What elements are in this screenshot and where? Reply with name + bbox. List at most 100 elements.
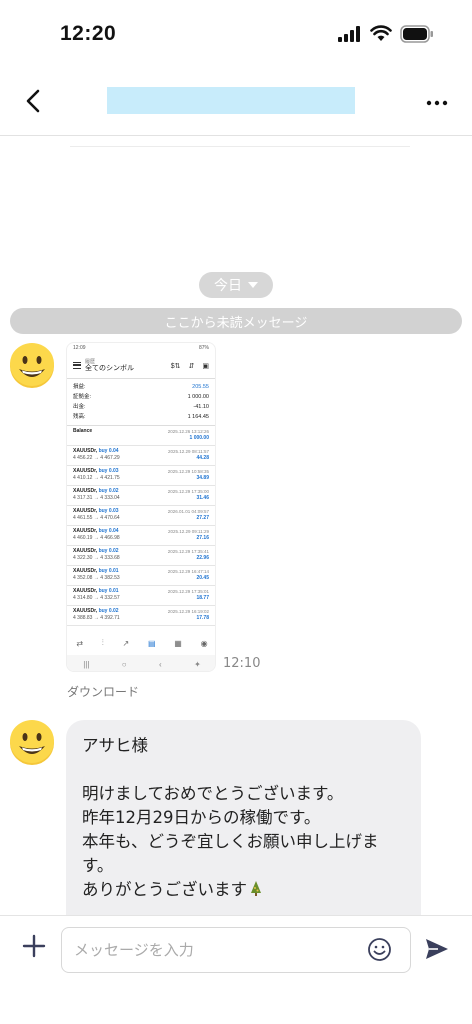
plus-icon[interactable] bbox=[22, 934, 46, 958]
history-icon: ▤ bbox=[147, 638, 156, 648]
trade-row: XAUUSDr, buy 0.04 4 460.19 → 4 466.98 2025… bbox=[67, 526, 215, 546]
trade-date: 2025.12.29 16:47:14 bbox=[167, 569, 209, 574]
date-separator[interactable]: 今日 bbox=[199, 272, 273, 298]
screenshot-summary: 損益: 205.55 証拠金: 1 000.00 出金: -41.10 残高: 1 164.4… bbox=[67, 379, 215, 426]
summary-row: 出金: -41.10 bbox=[73, 402, 209, 412]
summary-label: 損益: bbox=[73, 384, 86, 390]
summary-label: 証拠金: bbox=[73, 394, 92, 400]
text-message[interactable]: アサヒ様 明けましておめでとうございます。 昨年12月29日からの稼働です。 本… bbox=[66, 720, 421, 935]
trade-side: buy 0.02 bbox=[98, 608, 119, 614]
chat-header bbox=[0, 68, 472, 136]
trade-profit: 44.28 bbox=[196, 455, 209, 461]
trade-date: 2025.12.29 17:35:41 bbox=[167, 549, 209, 554]
message-input-bar bbox=[0, 915, 472, 1024]
caret-down-icon bbox=[248, 282, 258, 288]
summary-value: 205.55 bbox=[192, 384, 209, 390]
message-line: ありがとうございます bbox=[82, 880, 247, 899]
summary-row: 証拠金: 1 000.00 bbox=[73, 392, 209, 402]
quotes-icon: ⇄ bbox=[76, 638, 84, 648]
currency-sort-icon: $⇅ bbox=[170, 362, 181, 370]
avatar[interactable] bbox=[9, 343, 55, 389]
trade-prices: 4 410.12 → 4 421.75 bbox=[73, 475, 120, 481]
more-icon[interactable] bbox=[424, 90, 450, 116]
nav-back-icon: ‹ bbox=[159, 659, 162, 669]
battery-icon bbox=[400, 25, 433, 43]
trade-row: XAUUSDr, buy 0.01 4 314.80 → 4 332.57 2025… bbox=[67, 586, 215, 606]
image-message[interactable]: 12:09 87% 履歴 全てのシンボル $⇅ ⇵ ▣ 損益: 205.55 証拠金… bbox=[66, 342, 216, 672]
trade-date: 2026.01.01 04:09:57 bbox=[167, 509, 209, 514]
trade-symbol: XAUUSDr, bbox=[73, 568, 98, 574]
screenshot-header: 履歴 全てのシンボル $⇅ ⇵ ▣ bbox=[67, 353, 215, 379]
send-icon[interactable] bbox=[424, 937, 450, 961]
trade-side: buy 0.02 bbox=[98, 488, 119, 494]
trade-prices: 4 388.83 → 4 392.71 bbox=[73, 615, 120, 621]
trade-row: XAUUSDr, buy 0.02 4 388.83 → 4 392.71 2025… bbox=[67, 606, 215, 626]
trade-symbol: XAUUSDr, bbox=[73, 468, 98, 474]
balance-value: 1 000.00 bbox=[189, 435, 209, 441]
divider bbox=[70, 146, 410, 147]
trade-prices: 4 352.08 → 4 382.53 bbox=[73, 575, 120, 581]
menu-icon bbox=[73, 362, 81, 369]
settings-icon: ◉ bbox=[200, 638, 208, 648]
trade-profit: 31.46 bbox=[196, 495, 209, 501]
trade-prices: 4 322.30 → 4 333.68 bbox=[73, 555, 120, 561]
trade-row: XAUUSDr, buy 0.03 4 461.55 → 4 470.64 2026… bbox=[67, 506, 215, 526]
trade-date: 2025.12.29 10:58:35 bbox=[167, 469, 209, 474]
message-line: アサヒ様 bbox=[82, 736, 148, 755]
trade-prices: 4 317.31 → 4 333.04 bbox=[73, 495, 120, 501]
back-icon[interactable] bbox=[20, 86, 46, 116]
trade-side: buy 0.03 bbox=[98, 468, 119, 474]
christmas-tree-icon bbox=[251, 881, 261, 896]
trade-profit: 18.77 bbox=[196, 595, 209, 601]
trade-side: buy 0.04 bbox=[98, 448, 119, 454]
trade-row: XAUUSDr, buy 0.02 4 322.30 → 4 333.68 2025… bbox=[67, 546, 215, 566]
avatar[interactable] bbox=[9, 720, 55, 766]
unread-label: ここから未読メッセージ bbox=[164, 315, 308, 331]
trade-symbol: XAUUSDr, bbox=[73, 588, 98, 594]
screenshot-status-battery: 87% bbox=[198, 345, 209, 351]
status-time: 12:20 bbox=[60, 22, 117, 45]
balance-date: 2025.12.26 13:12:26 bbox=[167, 429, 209, 434]
summary-row: 残高: 1 164.45 bbox=[73, 412, 209, 422]
trade-date: 2025.12.29 16:19:02 bbox=[167, 609, 209, 614]
trade-symbol: XAUUSDr, bbox=[73, 528, 98, 534]
message-time: 12:10 bbox=[223, 656, 261, 671]
summary-label: 残高: bbox=[73, 414, 86, 420]
calendar-icon: ▣ bbox=[202, 362, 209, 370]
chart-icon: ⫶ bbox=[101, 638, 104, 647]
emoji-icon[interactable] bbox=[367, 937, 392, 962]
trade-prices: 4 460.19 → 4 466.98 bbox=[73, 535, 120, 541]
trade-side: buy 0.03 bbox=[98, 508, 119, 514]
trade-list: XAUUSDr, buy 0.04 4 456.22 → 4 467.29 2025… bbox=[67, 446, 215, 626]
trade-date: 2025.12.29 17:35:01 bbox=[167, 589, 209, 594]
trade-symbol: XAUUSDr, bbox=[73, 448, 98, 454]
home-icon: ○ bbox=[121, 659, 127, 669]
message-line: す。 bbox=[82, 856, 114, 875]
accessibility-icon: ✦ bbox=[194, 659, 201, 669]
summary-row: 損益: 205.55 bbox=[73, 382, 209, 392]
trade-icon: ↗ bbox=[122, 638, 130, 648]
cellular-signal-icon bbox=[338, 26, 360, 42]
chat-title bbox=[107, 87, 355, 114]
trade-prices: 4 456.22 → 4 467.29 bbox=[73, 455, 120, 461]
summary-label: 出金: bbox=[73, 404, 86, 410]
message-line-with-emoji: ありがとうございます bbox=[82, 878, 405, 902]
message-input[interactable] bbox=[61, 927, 411, 973]
trade-date: 2025.12.29 17:35:00 bbox=[167, 489, 209, 494]
trade-symbol: XAUUSDr, bbox=[73, 548, 98, 554]
trade-row: XAUUSDr, buy 0.03 4 410.12 → 4 421.75 2025… bbox=[67, 466, 215, 486]
trade-symbol: XAUUSDr, bbox=[73, 608, 98, 614]
balance-row: Balance 2025.12.26 13:12:26 1 000.00 bbox=[67, 426, 215, 446]
trade-prices: 4 314.80 → 4 332.57 bbox=[73, 595, 120, 601]
download-link[interactable]: ダウンロード bbox=[67, 683, 139, 700]
status-bar: 12:20 bbox=[0, 0, 472, 68]
trade-side: buy 0.01 bbox=[98, 568, 119, 574]
message-line: 明けましておめでとうございます。 bbox=[82, 784, 344, 803]
trade-symbol: XAUUSDr, bbox=[73, 488, 98, 494]
trade-profit: 20.45 bbox=[196, 575, 209, 581]
trade-symbol: XAUUSDr, bbox=[73, 508, 98, 514]
trade-profit: 17.78 bbox=[196, 615, 209, 621]
trade-profit: 22.96 bbox=[196, 555, 209, 561]
screenshot-tabbar: ⇄ ⫶ ↗ ▤ ▦ ◉ bbox=[67, 633, 215, 653]
